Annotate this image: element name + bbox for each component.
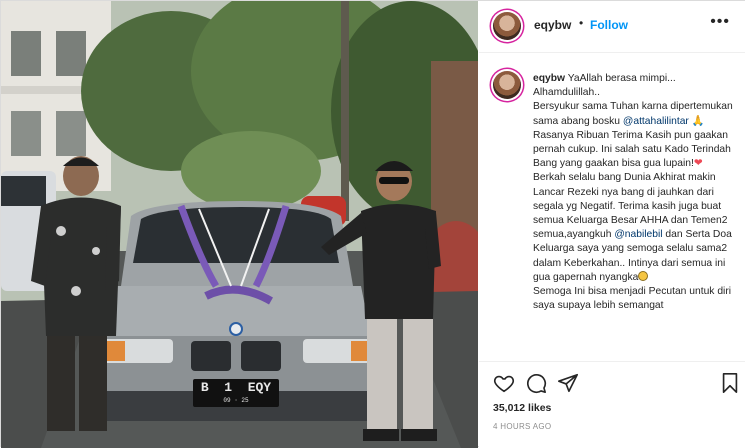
post-header: eqybw • Follow •••: [479, 1, 745, 53]
post-actions: 35,012 likes 4 HOURS AGO: [479, 361, 745, 448]
caption-username[interactable]: eqybw: [533, 73, 565, 84]
caption-line-2: Alhamdulillah..: [533, 87, 600, 99]
post-details-panel: eqybw • Follow ••• eqybw YaAllah berasa …: [479, 1, 745, 448]
caption-avatar[interactable]: [493, 71, 521, 99]
plate-expiry: 09 · 25: [223, 397, 249, 404]
bookmark-icon[interactable]: [719, 372, 741, 394]
caption-area[interactable]: eqybw YaAllah berasa mimpi... Alhamdulil…: [479, 53, 745, 361]
caption-line-1: YaAllah berasa mimpi...: [567, 73, 676, 84]
post-photo[interactable]: B 1 EQY 09 · 25: [1, 1, 478, 448]
post-timestamp[interactable]: 4 HOURS AGO: [493, 422, 551, 431]
caption-text: eqybw YaAllah berasa mimpi... Alhamdulil…: [533, 72, 738, 313]
comment-icon[interactable]: [525, 372, 547, 394]
caption-paragraph-3: Semoga Ini bisa menjadi Pecutan untuk di…: [533, 286, 732, 312]
smiling-face-emoji-icon: [638, 270, 649, 281]
red-heart-emoji: ❤: [693, 158, 703, 170]
instagram-post: B 1 EQY 09 · 25 eqybw • Follow ••• eqybw…: [0, 0, 745, 448]
follow-button[interactable]: Follow: [590, 18, 628, 32]
like-count[interactable]: 35,012 likes: [493, 402, 551, 414]
paper-plane-icon[interactable]: [557, 372, 579, 394]
separator-dot: •: [579, 16, 584, 30]
plate-number: B 1 EQY: [200, 380, 272, 395]
license-plate: B 1 EQY 09 · 25: [193, 379, 279, 407]
more-options-icon[interactable]: •••: [710, 13, 730, 31]
header-username[interactable]: eqybw: [534, 18, 571, 32]
mention-link-nabilebil[interactable]: @nabilebil: [614, 229, 662, 240]
mention-link-attahalilintar[interactable]: @attahalilintar: [623, 116, 689, 127]
avatar[interactable]: [493, 12, 521, 40]
heart-icon[interactable]: [493, 372, 515, 394]
